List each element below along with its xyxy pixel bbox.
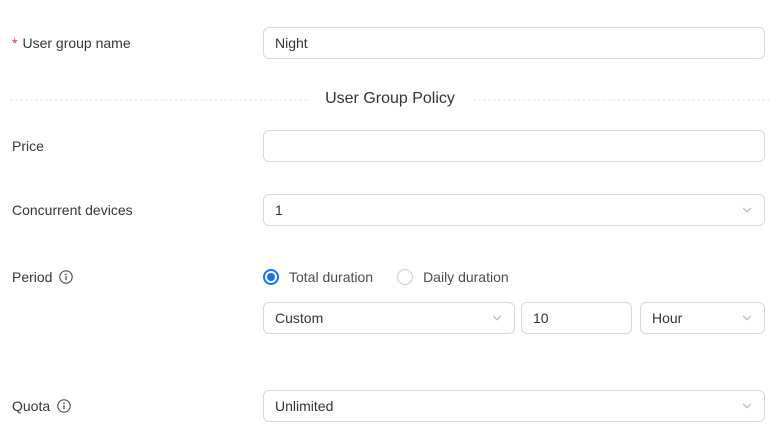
price-input[interactable]	[263, 130, 765, 162]
price-label: Price	[12, 130, 44, 162]
user-group-name-row: * User group name	[0, 27, 780, 59]
chevron-down-icon	[741, 204, 753, 216]
chevron-down-icon	[741, 312, 753, 324]
radio-label-daily-duration: Daily duration	[423, 269, 509, 285]
concurrent-devices-row: Concurrent devices 1	[0, 194, 780, 226]
duration-controls-row: Custom Hour	[0, 302, 780, 334]
radio-unchecked-icon	[397, 269, 414, 285]
duration-value-input[interactable]	[521, 302, 632, 334]
quota-label-text: Quota	[12, 398, 51, 414]
user-group-name-label: * User group name	[12, 27, 131, 59]
period-radio-group: Total duration Daily duration	[263, 261, 509, 293]
price-row: Price	[0, 130, 780, 162]
info-circle-icon[interactable]	[59, 270, 74, 284]
period-label: Period	[12, 261, 74, 293]
user-group-name-label-text: User group name	[22, 35, 131, 51]
period-row: Period Total duration Daily duration	[0, 261, 780, 293]
concurrent-devices-select[interactable]: 1	[263, 194, 765, 226]
radio-checked-icon	[263, 269, 279, 285]
quota-row: Quota Unlimited	[0, 390, 780, 422]
duration-unit-select[interactable]: Hour	[640, 302, 765, 334]
required-mark: *	[12, 35, 18, 51]
duration-type-value: Custom	[275, 310, 324, 326]
user-group-name-input[interactable]	[263, 27, 765, 59]
radio-option-daily-duration[interactable]: Daily duration	[397, 269, 509, 285]
section-title: User Group Policy	[325, 90, 455, 107]
info-circle-icon[interactable]	[57, 399, 71, 413]
duration-type-select[interactable]: Custom	[263, 302, 515, 334]
quota-label: Quota	[12, 390, 71, 422]
price-label-text: Price	[12, 138, 44, 154]
radio-label-total-duration: Total duration	[289, 269, 374, 285]
chevron-down-icon	[491, 312, 503, 324]
section-divider: User Group Policy	[10, 88, 770, 110]
concurrent-devices-label-text: Concurrent devices	[12, 202, 133, 218]
chevron-down-icon	[741, 400, 753, 412]
period-label-text: Period	[12, 269, 53, 285]
concurrent-devices-value: 1	[275, 202, 283, 218]
quota-select[interactable]: Unlimited	[263, 390, 765, 422]
duration-unit-value: Hour	[652, 310, 683, 326]
quota-value: Unlimited	[275, 398, 334, 414]
radio-option-total-duration[interactable]: Total duration	[263, 269, 373, 285]
concurrent-devices-label: Concurrent devices	[12, 194, 133, 226]
